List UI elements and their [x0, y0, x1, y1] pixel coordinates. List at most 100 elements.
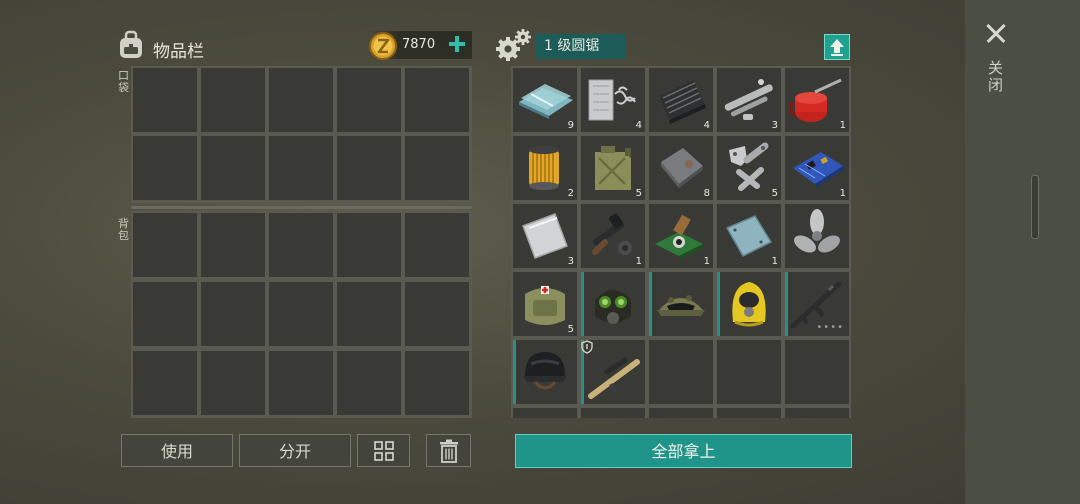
item-slot[interactable]: •••• [785, 272, 849, 336]
item-slot[interactable] [717, 272, 781, 336]
item-slot[interactable] [513, 340, 577, 404]
backpack-slot[interactable] [269, 351, 333, 415]
sort-button[interactable] [357, 434, 410, 467]
take-all-button[interactable]: 全部拿上 [515, 434, 852, 468]
backpack-slot[interactable] [201, 213, 265, 277]
item-slot[interactable]: 1 [649, 204, 713, 268]
item-count: 1 [771, 256, 778, 267]
backpack-label: 背包 [118, 217, 129, 242]
delete-button[interactable] [426, 434, 471, 467]
section-divider [131, 206, 472, 209]
scrollbar-handle[interactable] [1031, 175, 1039, 239]
backpack-slot[interactable] [201, 282, 265, 346]
pocket-slot[interactable] [405, 68, 469, 132]
item-slot[interactable]: 5 [581, 136, 645, 200]
split-button[interactable]: 分开 [239, 434, 351, 467]
add-coins-button[interactable] [446, 33, 468, 55]
item-slot[interactable] [717, 340, 781, 404]
upgrade-button[interactable] [824, 34, 850, 60]
item-slot[interactable]: 3 [717, 68, 781, 132]
pocket-grid [131, 66, 472, 203]
backpack-icon [120, 30, 142, 58]
item-slot[interactable]: 8 [649, 136, 713, 200]
item-slot[interactable] [649, 272, 713, 336]
item-count: 1 [703, 256, 710, 267]
backpack-slot[interactable] [269, 282, 333, 346]
item-slot[interactable] [581, 340, 645, 404]
gas-mask-icon [595, 290, 631, 324]
item-count: 5 [635, 188, 642, 199]
pocket-slot[interactable] [337, 68, 401, 132]
item-count: 5 [771, 188, 778, 199]
item-count: 8 [703, 188, 710, 199]
backpack-slot[interactable] [405, 213, 469, 277]
item-slot[interactable]: 1 [785, 68, 849, 132]
item-count: 3 [771, 120, 778, 131]
item-slot[interactable]: 5 [513, 272, 577, 336]
sort-grid-icon [374, 441, 394, 461]
item-slot[interactable] [785, 408, 849, 418]
arrow-up-icon [830, 39, 844, 56]
item-count: 9 [567, 120, 574, 131]
use-button[interactable]: 使用 [121, 434, 233, 467]
item-count: 5 [567, 324, 574, 335]
inventory-title: 物品栏 [153, 42, 204, 62]
workbench-gear-icon [496, 29, 531, 61]
backpack-slot[interactable] [337, 282, 401, 346]
shield-icon [581, 340, 593, 354]
item-slot[interactable] [785, 204, 849, 268]
coin-value: 7870 [402, 37, 436, 52]
item-slot[interactable]: 1 [717, 204, 781, 268]
pocket-slot[interactable] [269, 68, 333, 132]
pocket-label: 口袋 [118, 69, 129, 94]
backpack-slot[interactable] [337, 351, 401, 415]
item-slot[interactable]: 2 [513, 136, 577, 200]
item-slot[interactable] [649, 340, 713, 404]
close-label: 关闭 [988, 59, 1004, 94]
workbench-title: 1 级圆锯 [536, 34, 626, 59]
pocket-slot[interactable] [269, 136, 333, 200]
pocket-slot[interactable] [133, 68, 197, 132]
item-slot[interactable]: 1 [581, 204, 645, 268]
hazmat-hood-icon [732, 282, 766, 327]
coin-counter: 7870 [368, 31, 472, 60]
workbench-grid: 9 4 4 3 1 2 5 8 5 1 3 1 1 1 5 •••• [511, 66, 851, 418]
backpack-slot[interactable] [269, 213, 333, 277]
durability-dots: •••• [816, 322, 844, 333]
trash-icon [440, 439, 458, 463]
backpack-slot[interactable] [405, 282, 469, 346]
item-count: 4 [635, 120, 642, 131]
backpack-slot[interactable] [405, 351, 469, 415]
item-slot[interactable]: 5 [717, 136, 781, 200]
backpack-slot[interactable] [201, 351, 265, 415]
item-slot[interactable] [513, 408, 577, 418]
item-slot[interactable] [649, 408, 713, 418]
item-slot[interactable]: 3 [513, 204, 577, 268]
item-count: 1 [839, 188, 846, 199]
item-slot[interactable] [581, 408, 645, 418]
pocket-slot[interactable] [133, 136, 197, 200]
item-slot[interactable] [717, 408, 781, 418]
military-cap-icon [657, 295, 705, 316]
backpack-slot[interactable] [133, 351, 197, 415]
item-slot[interactable]: 4 [649, 68, 713, 132]
pocket-slot[interactable] [337, 136, 401, 200]
close-icon[interactable] [982, 20, 1010, 48]
propeller-icon [794, 209, 840, 253]
item-slot[interactable]: 1 [785, 136, 849, 200]
item-count: 3 [567, 256, 574, 267]
backpack-slot[interactable] [133, 282, 197, 346]
item-count: 1 [839, 120, 846, 131]
pocket-slot[interactable] [405, 136, 469, 200]
pocket-slot[interactable] [201, 68, 265, 132]
right-sidebar [965, 0, 1080, 504]
item-count: 2 [567, 188, 574, 199]
coin-icon [369, 32, 397, 60]
item-slot[interactable] [581, 272, 645, 336]
item-slot[interactable]: 9 [513, 68, 577, 132]
item-slot[interactable]: 4 [581, 68, 645, 132]
backpack-slot[interactable] [133, 213, 197, 277]
pocket-slot[interactable] [201, 136, 265, 200]
item-slot[interactable] [785, 340, 849, 404]
backpack-slot[interactable] [337, 213, 401, 277]
